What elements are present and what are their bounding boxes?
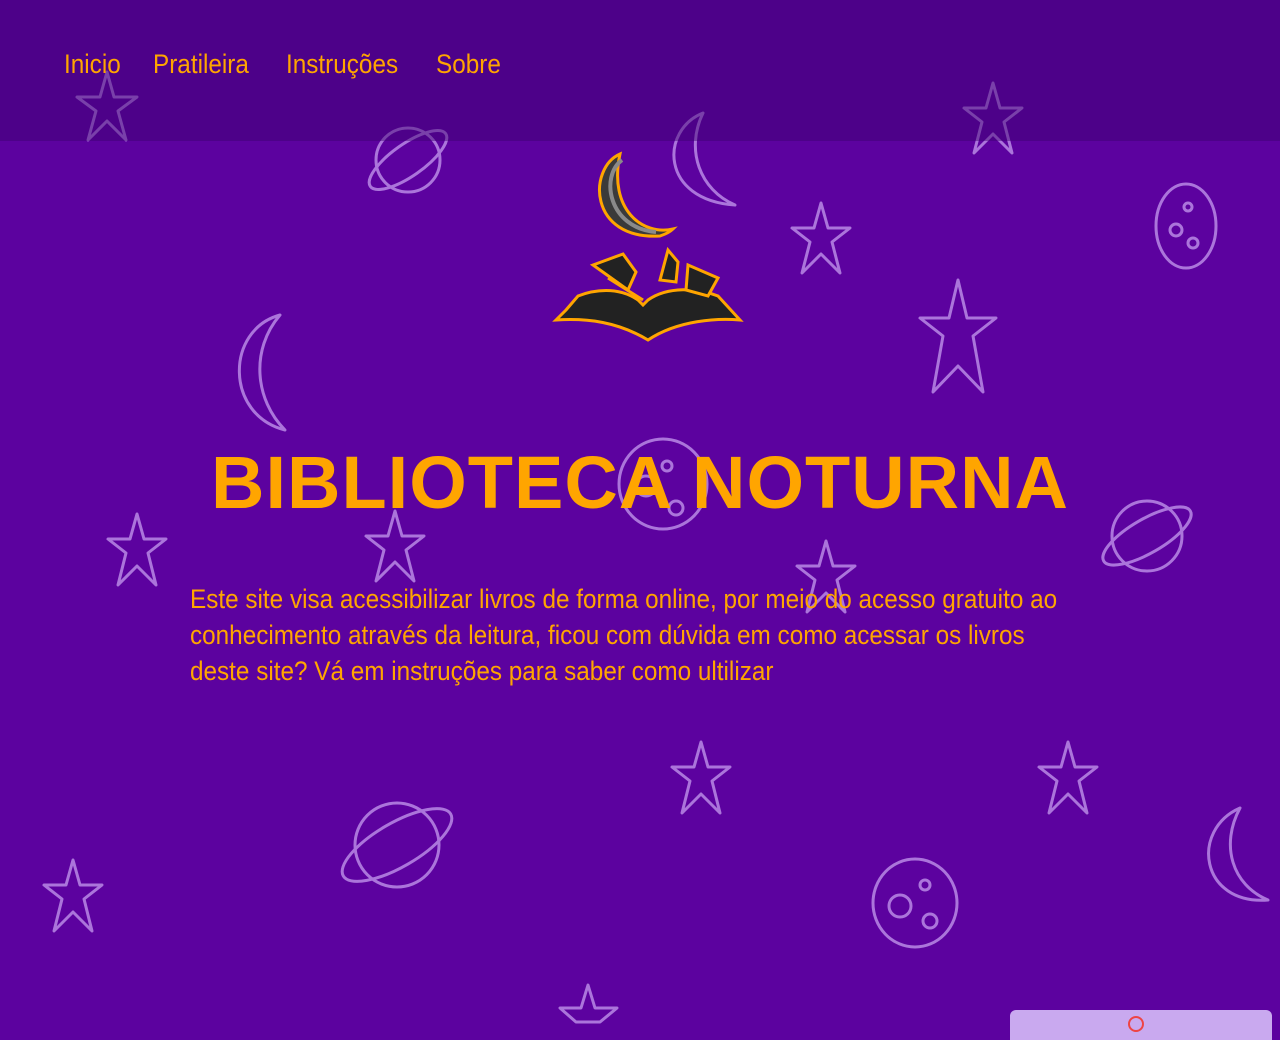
nav-pratileira-link[interactable]: Pratileira bbox=[153, 48, 249, 80]
asteroid-icon bbox=[1154, 182, 1218, 270]
star-icon bbox=[558, 983, 619, 1024]
page-title: BIBLIOTECA NOTURNA bbox=[211, 440, 1069, 524]
nav-inicio-link[interactable]: Inicio bbox=[64, 48, 121, 80]
asteroid-icon bbox=[871, 857, 959, 949]
star-icon bbox=[790, 201, 852, 275]
star-icon bbox=[42, 858, 104, 933]
floating-widget[interactable] bbox=[1010, 1010, 1272, 1040]
nav-instrucoes-link[interactable]: Instruções bbox=[286, 48, 398, 80]
widget-icon bbox=[1128, 1016, 1144, 1032]
star-icon bbox=[1037, 740, 1099, 815]
site-description: Este site visa acessibilizar livros de f… bbox=[190, 584, 1058, 686]
moon-book-icon bbox=[548, 150, 748, 355]
star-icon bbox=[670, 740, 732, 815]
main-navigation: Inicio Pratileira Instruções Sobre bbox=[64, 48, 508, 80]
moon-icon bbox=[1207, 806, 1270, 902]
nav-sobre-link[interactable]: Sobre bbox=[436, 48, 501, 80]
star-icon bbox=[918, 278, 998, 394]
planet-icon bbox=[340, 801, 454, 889]
moon-icon bbox=[237, 313, 287, 432]
